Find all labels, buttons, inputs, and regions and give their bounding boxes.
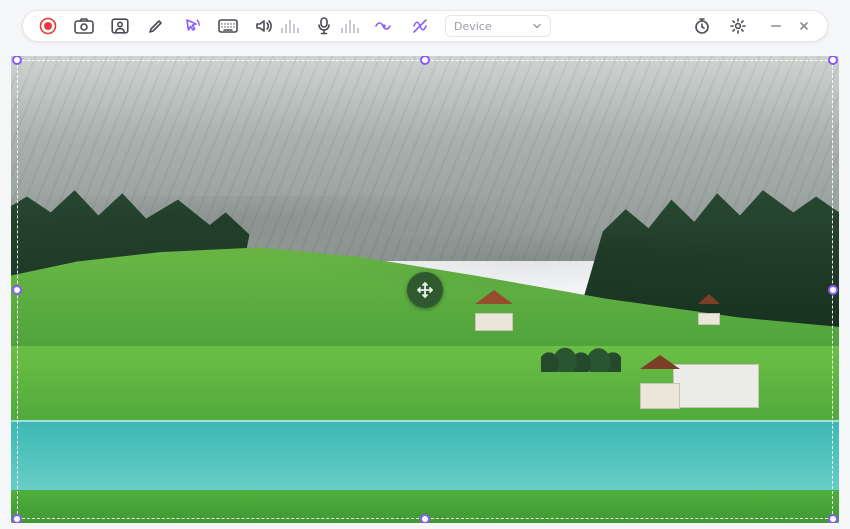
record-button[interactable] <box>33 14 63 38</box>
microphone-icon <box>317 17 331 35</box>
handle-bottom-mid[interactable] <box>420 514 430 523</box>
building-annex <box>640 383 680 409</box>
denoise-icon <box>411 18 429 34</box>
system-audio-button[interactable] <box>249 14 279 38</box>
cursor-highlight-icon <box>183 17 201 35</box>
webcam-icon <box>111 18 129 34</box>
tree-cluster <box>541 346 621 372</box>
speaker-icon <box>255 18 273 34</box>
building-large <box>673 364 759 408</box>
webcam-button[interactable] <box>105 14 135 38</box>
handle-bottom-left[interactable] <box>12 514 22 523</box>
microphone-button[interactable] <box>309 14 339 38</box>
close-button[interactable] <box>791 14 817 38</box>
toolbar: Device <box>22 10 828 42</box>
record-icon <box>39 17 57 35</box>
pencil-icon <box>148 18 164 34</box>
auto-stop-icon <box>374 19 394 33</box>
keyboard-icon <box>218 19 238 33</box>
minimize-icon <box>769 19 783 33</box>
capture-preview <box>11 56 839 523</box>
screenshot-button[interactable] <box>69 14 99 38</box>
gear-icon <box>729 17 747 35</box>
building-small <box>698 313 720 325</box>
camera-icon <box>74 18 94 34</box>
schedule-button[interactable] <box>687 14 717 38</box>
handle-bottom-right[interactable] <box>828 514 838 523</box>
timer-icon <box>693 17 711 35</box>
building-center <box>475 313 513 331</box>
move-selection-handle[interactable] <box>407 272 443 308</box>
roof-annex <box>640 355 680 369</box>
window-controls <box>763 14 817 38</box>
audio-device-select[interactable]: Device <box>445 15 551 37</box>
cursor-highlight-button[interactable] <box>177 14 207 38</box>
minimize-button[interactable] <box>763 14 789 38</box>
keystroke-button[interactable] <box>213 14 243 38</box>
mic-level <box>341 19 359 33</box>
settings-button[interactable] <box>723 14 753 38</box>
chevron-down-icon <box>532 21 542 31</box>
handle-mid-right[interactable] <box>828 285 838 295</box>
roof-center <box>475 290 513 304</box>
system-audio-level <box>281 19 299 33</box>
move-icon <box>415 280 435 300</box>
roof-small <box>698 294 720 304</box>
audio-device-label: Device <box>454 20 492 33</box>
draw-button[interactable] <box>141 14 171 38</box>
close-icon <box>797 19 811 33</box>
auto-stop-button[interactable] <box>369 14 399 38</box>
denoise-button[interactable] <box>405 14 435 38</box>
handle-mid-left[interactable] <box>12 285 22 295</box>
